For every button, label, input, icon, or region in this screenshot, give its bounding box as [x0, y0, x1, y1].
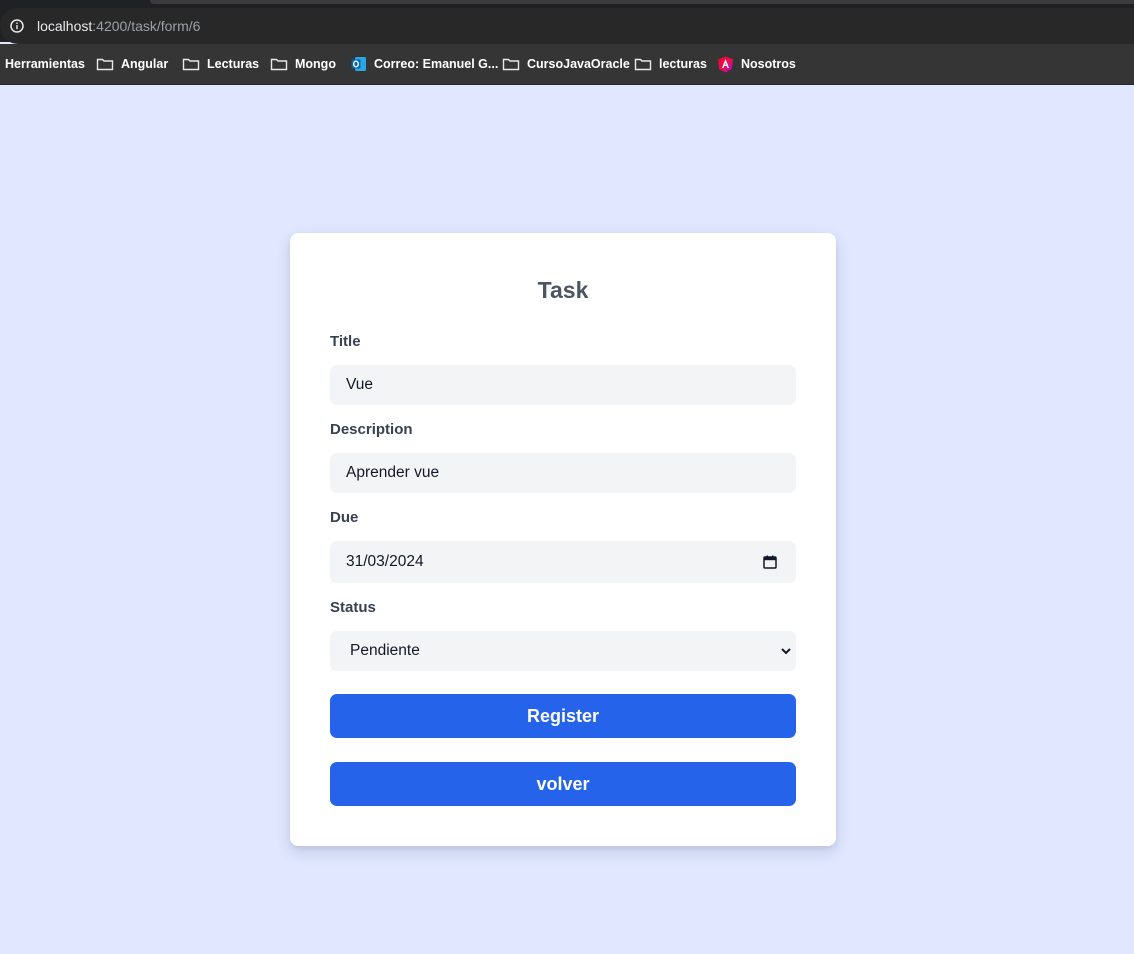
bookmark-label: Nosotros: [741, 57, 796, 71]
bookmark-lecturas-2[interactable]: lecturas: [634, 55, 707, 73]
outlook-icon: [351, 57, 366, 71]
bookmarks-bar: Herramientas Angular Lecturas Mongo Corr…: [0, 44, 1134, 85]
title-input[interactable]: Vue: [330, 365, 796, 405]
due-date-input[interactable]: 31/03/2024: [330, 541, 796, 583]
due-date-value: 31/03/2024: [346, 553, 424, 570]
status-selected-value: Pendiente: [350, 642, 420, 659]
bookmark-angular[interactable]: Angular: [96, 55, 168, 73]
bookmark-nosotros[interactable]: Nosotros: [717, 55, 796, 73]
title-label: Title: [330, 333, 361, 350]
angular-logo-icon: [718, 56, 733, 72]
folder-icon: [502, 58, 520, 71]
status-label: Status: [330, 599, 376, 616]
tab-strip-edge: [150, 0, 1134, 4]
chevron-down-icon: [781, 648, 791, 655]
form-title: Task: [537, 277, 589, 303]
description-input[interactable]: Aprender vue: [330, 453, 796, 493]
description-input-value: Aprender vue: [346, 464, 440, 481]
folder-icon: [270, 58, 288, 71]
title-input-value: Vue: [346, 376, 374, 393]
bookmark-lecturas[interactable]: Lecturas: [182, 55, 259, 73]
bookmark-label: lecturas: [659, 57, 707, 71]
bookmark-label: Herramientas: [5, 57, 85, 71]
bookmark-correo[interactable]: Correo: Emanuel G...: [351, 55, 498, 73]
due-label: Due: [330, 509, 359, 526]
bookmark-herramientas[interactable]: Herramientas: [5, 55, 85, 73]
description-label: Description: [330, 421, 413, 438]
bookmark-label: CursoJavaOracle: [527, 57, 630, 71]
folder-icon: [96, 58, 114, 71]
bookmark-label: Lecturas: [207, 57, 260, 71]
bookmark-mongo[interactable]: Mongo: [270, 55, 336, 73]
back-button[interactable]: volver: [330, 762, 796, 806]
bookmark-label: Correo: Emanuel G...: [374, 57, 499, 71]
task-form-card: Task Title Vue Description Aprender vue …: [290, 233, 836, 846]
folder-icon: [182, 58, 200, 71]
omnibox[interactable]: localhost:4200/task/form/6: [0, 8, 1134, 44]
register-button[interactable]: Register: [330, 694, 796, 738]
calendar-icon[interactable]: [763, 555, 777, 569]
url-text[interactable]: localhost:4200/task/form/6: [37, 18, 200, 34]
site-info-icon[interactable]: [10, 19, 24, 33]
url-host: localhost: [37, 18, 93, 34]
bookmark-label: Mongo: [295, 57, 336, 71]
status-select[interactable]: Pendiente: [330, 631, 796, 671]
folder-icon: [634, 58, 652, 71]
url-path: :4200/task/form/6: [92, 18, 201, 34]
bookmark-cursojavaoracle[interactable]: CursoJavaOracle: [502, 55, 630, 73]
bookmark-label: Angular: [121, 57, 169, 71]
browser-address-bar: localhost:4200/task/form/6: [0, 0, 1134, 44]
